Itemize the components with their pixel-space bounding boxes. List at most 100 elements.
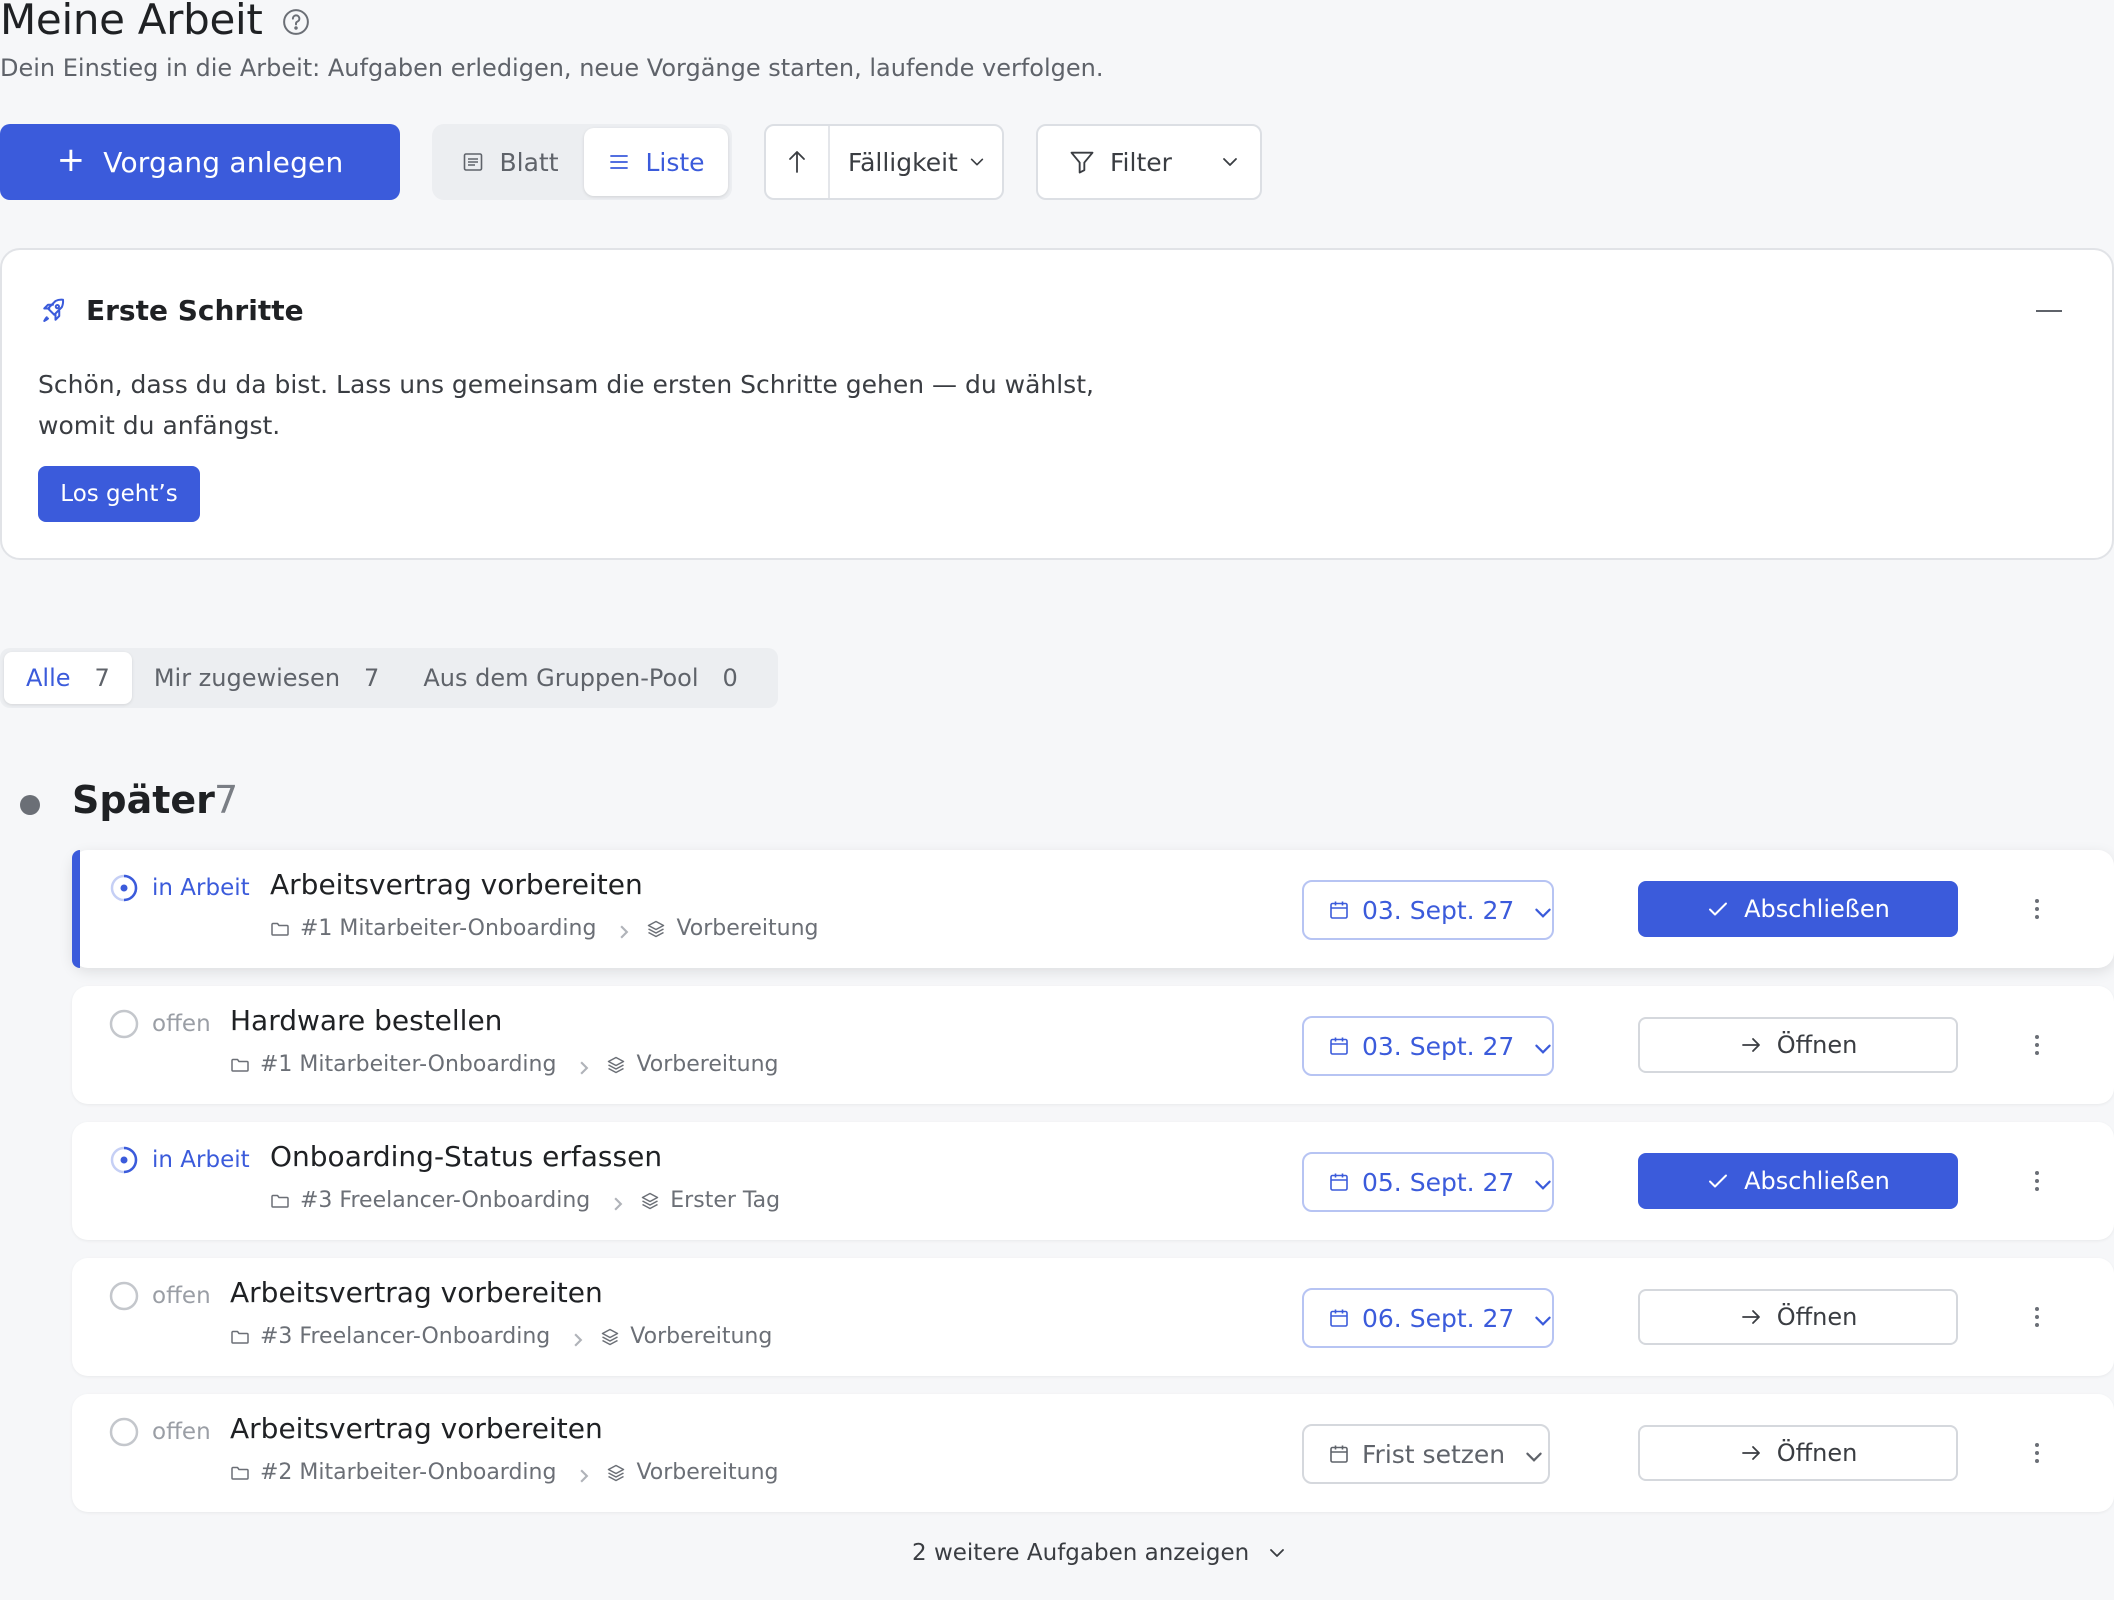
sort-field-label: Fälligkeit [848, 147, 958, 177]
tab-count: 7 [94, 664, 110, 692]
set-deadline-button[interactable]: Frist setzen [1302, 1424, 1550, 1484]
more-vertical-icon[interactable] [2022, 1166, 2052, 1196]
onboarding-title: Erste Schritte [86, 294, 304, 327]
calendar-icon [1328, 899, 1350, 921]
more-vertical-icon[interactable] [2022, 894, 2052, 924]
task-status[interactable]: offen [108, 1416, 211, 1448]
task-process[interactable]: #3 Freelancer-Onboarding [300, 1188, 590, 1213]
tab-alle[interactable]: Alle 7 [4, 652, 132, 704]
open-label: Öffnen [1776, 1031, 1858, 1059]
open-circle-icon [108, 1008, 140, 1040]
show-more-label: 2 weitere Aufgaben anzeigen [912, 1540, 1250, 1566]
view-liste-button[interactable]: Liste [584, 128, 728, 196]
chevron-down-icon [1532, 1310, 1552, 1326]
due-date-button[interactable]: 03. Sept. 27 [1302, 880, 1554, 940]
due-date-button[interactable]: 06. Sept. 27 [1302, 1288, 1554, 1348]
task-phase: Erster Tag [670, 1188, 781, 1213]
filter-label: Filter [1110, 147, 1172, 177]
check-icon [1706, 897, 1730, 921]
tab-label: Mir zugewiesen [153, 664, 341, 692]
sort-direction-button[interactable] [766, 126, 830, 198]
complete-label: Abschließen [1744, 1167, 1890, 1195]
group-title[interactable]: Später [72, 778, 215, 822]
show-more-button[interactable]: 2 weitere Aufgaben anzeigen [912, 1540, 1287, 1566]
folder-icon [230, 1463, 250, 1483]
due-date-button[interactable]: 05. Sept. 27 [1302, 1152, 1554, 1212]
create-process-button[interactable]: + Vorgang anlegen [0, 124, 400, 200]
view-blatt-button[interactable]: Blatt [436, 128, 584, 196]
tab-label: Alle [26, 664, 71, 692]
chevron-down-icon [968, 153, 986, 171]
open-button[interactable]: Öffnen [1638, 1289, 1958, 1345]
more-vertical-icon[interactable] [2022, 1302, 2052, 1332]
tab-count: 7 [364, 664, 380, 692]
complete-button[interactable]: Abschließen [1638, 1153, 1958, 1209]
sort-field-dropdown[interactable]: Fälligkeit [830, 148, 986, 177]
in-progress-icon [108, 1144, 140, 1176]
due-date-button[interactable]: 03. Sept. 27 [1302, 1016, 1554, 1076]
complete-button[interactable]: Abschließen [1638, 881, 1958, 937]
task-phase: Vorbereitung [636, 1460, 779, 1485]
task-status[interactable]: offen [108, 1280, 211, 1312]
help-icon[interactable] [281, 7, 311, 37]
task-meta: #2 Mitarbeiter-Onboarding Vorbereitung [230, 1460, 779, 1485]
filter-button[interactable]: Filter [1036, 124, 1262, 200]
view-toggle: Blatt Liste [432, 124, 732, 200]
task-process[interactable]: #3 Freelancer-Onboarding [260, 1324, 550, 1349]
layers-icon [646, 919, 666, 939]
calendar-icon [1328, 1171, 1350, 1193]
task-row[interactable]: offen Arbeitsvertrag vorbereiten #3 Free… [72, 1258, 2114, 1376]
open-label: Öffnen [1776, 1439, 1858, 1467]
task-status-label: in Arbeit [152, 875, 250, 901]
chevron-down-icon [1532, 1174, 1552, 1190]
task-phase: Vorbereitung [636, 1052, 779, 1077]
complete-label: Abschließen [1744, 895, 1890, 923]
tab-count: 0 [722, 664, 738, 692]
tab-gruppen-pool[interactable]: Aus dem Gruppen-Pool 0 [401, 652, 759, 704]
task-process[interactable]: #1 Mitarbeiter-Onboarding [300, 916, 596, 941]
chevron-right-icon [574, 1466, 589, 1482]
tab-mir-zugewiesen[interactable]: Mir zugewiesen 7 [132, 652, 402, 704]
chevron-down-icon [1523, 1446, 1542, 1462]
task-row[interactable]: in Arbeit Arbeitsvertrag vorbereiten #1 … [72, 850, 2114, 968]
open-button[interactable]: Öffnen [1638, 1425, 1958, 1481]
page-title-row: Meine Arbeit [0, 0, 311, 48]
task-row[interactable]: offen Hardware bestellen #1 Mitarbeiter-… [72, 986, 2114, 1104]
task-status-label: offen [152, 1011, 211, 1037]
onboarding-header: Erste Schritte [38, 294, 304, 327]
folder-icon [230, 1327, 250, 1347]
task-process[interactable]: #1 Mitarbeiter-Onboarding [260, 1052, 556, 1077]
chevron-down-icon [1267, 1543, 1287, 1563]
task-title[interactable]: Arbeitsvertrag vorbereiten [230, 1276, 603, 1309]
task-status[interactable]: offen [108, 1008, 211, 1040]
view-blatt-label: Blatt [499, 147, 559, 177]
page-subtitle: Dein Einstieg in die Arbeit: Aufgaben er… [0, 54, 1104, 82]
chevron-down-icon [1532, 1038, 1552, 1054]
group-count: 7 [214, 778, 239, 822]
onboarding-start-button[interactable]: Los geht’s [38, 466, 200, 522]
task-title[interactable]: Arbeitsvertrag vorbereiten [270, 868, 643, 901]
open-button[interactable]: Öffnen [1638, 1017, 1958, 1073]
layers-icon [600, 1327, 620, 1347]
task-row[interactable]: in Arbeit Onboarding-Status erfassen #3 … [72, 1122, 2114, 1240]
task-status[interactable]: in Arbeit [108, 872, 250, 904]
more-vertical-icon[interactable] [2022, 1030, 2052, 1060]
collapse-icon[interactable] [2036, 310, 2062, 312]
list-icon [607, 150, 631, 174]
sort-control: Fälligkeit [764, 124, 1004, 200]
task-title[interactable]: Onboarding-Status erfassen [270, 1140, 662, 1173]
task-meta: #3 Freelancer-Onboarding Vorbereitung [230, 1324, 772, 1349]
task-status[interactable]: in Arbeit [108, 1144, 250, 1176]
open-circle-icon [108, 1280, 140, 1312]
task-title[interactable]: Arbeitsvertrag vorbereiten [230, 1412, 603, 1445]
task-meta: #1 Mitarbeiter-Onboarding Vorbereitung [230, 1052, 779, 1077]
task-title[interactable]: Hardware bestellen [230, 1004, 502, 1037]
chevron-right-icon [608, 1194, 623, 1210]
due-date-label: 03. Sept. 27 [1362, 895, 1515, 925]
task-row[interactable]: offen Arbeitsvertrag vorbereiten #2 Mita… [72, 1394, 2114, 1512]
task-process[interactable]: #2 Mitarbeiter-Onboarding [260, 1460, 556, 1485]
layers-icon [606, 1055, 626, 1075]
more-vertical-icon[interactable] [2022, 1438, 2052, 1468]
onboarding-text: Schön, dass du da bist. Lass uns gemeins… [38, 370, 1094, 440]
due-date-label: 03. Sept. 27 [1362, 1031, 1515, 1061]
